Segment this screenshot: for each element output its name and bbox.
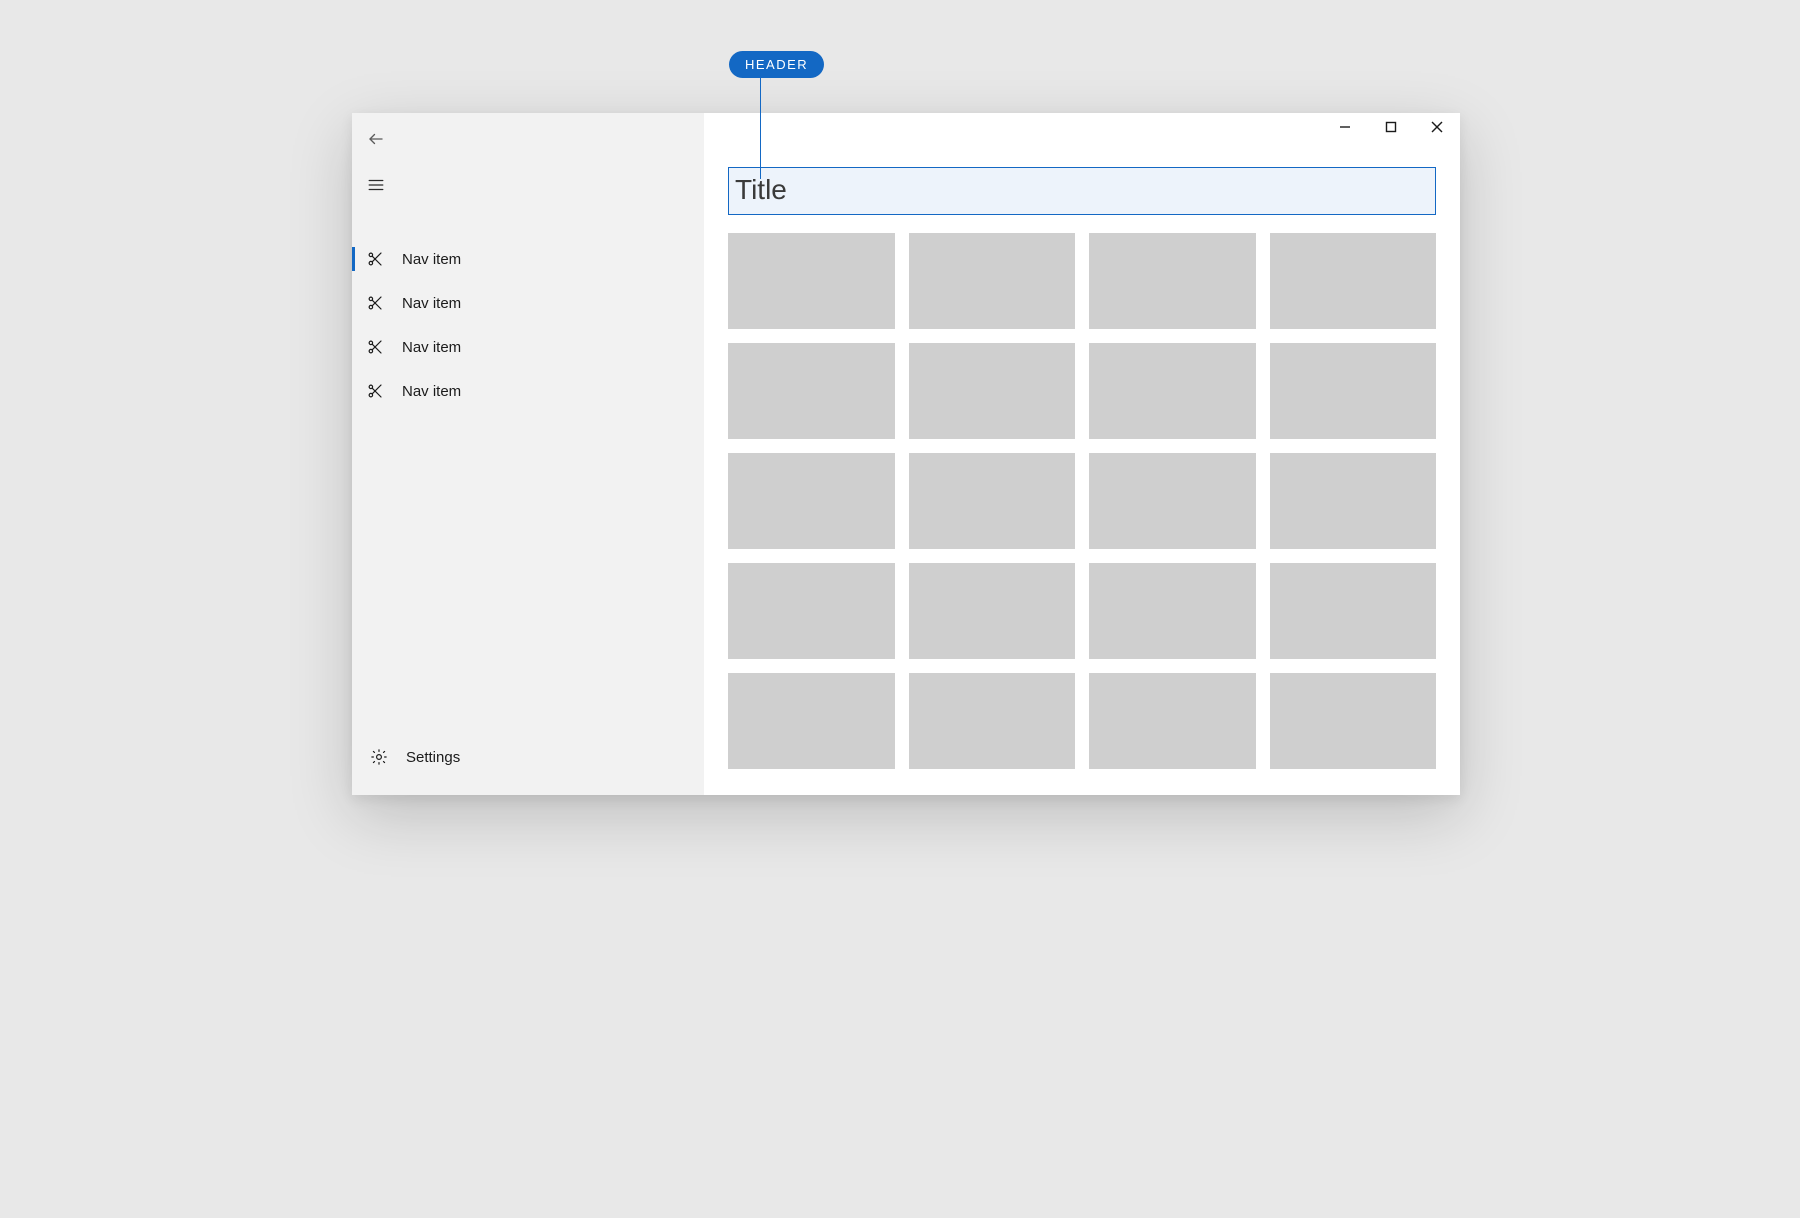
close-button[interactable] <box>1414 113 1460 145</box>
scissors-icon <box>366 382 384 400</box>
hamburger-icon <box>367 176 385 199</box>
nav-item-3[interactable]: Nav item <box>352 369 704 413</box>
scissors-icon <box>366 250 384 268</box>
grid-tile[interactable] <box>728 563 895 659</box>
nav-sidebar: Nav item Nav item Nav item Nav item Sett… <box>352 113 704 795</box>
window-controls <box>1322 113 1460 145</box>
grid-tile[interactable] <box>909 453 1076 549</box>
grid-tile[interactable] <box>728 453 895 549</box>
grid-tile[interactable] <box>1270 673 1437 769</box>
nav-item-label: Nav item <box>402 295 461 312</box>
grid-tile[interactable] <box>728 233 895 329</box>
sidebar-footer: Settings <box>352 735 704 795</box>
grid-tile[interactable] <box>1089 453 1256 549</box>
scissors-icon <box>366 294 384 312</box>
nav-item-2[interactable]: Nav item <box>352 325 704 369</box>
content-grid <box>728 233 1436 769</box>
grid-tile[interactable] <box>1270 343 1437 439</box>
header-annotation-leader <box>760 74 761 179</box>
nav-item-0[interactable]: Nav item <box>352 237 704 281</box>
maximize-button[interactable] <box>1368 113 1414 145</box>
grid-tile[interactable] <box>909 343 1076 439</box>
grid-tile[interactable] <box>728 343 895 439</box>
nav-item-label: Nav item <box>402 383 461 400</box>
grid-tile[interactable] <box>1089 233 1256 329</box>
page-title: Title <box>728 167 1436 215</box>
grid-tile[interactable] <box>1089 673 1256 769</box>
settings-item[interactable]: Settings <box>352 735 704 779</box>
scissors-icon <box>366 338 384 356</box>
settings-label: Settings <box>406 749 460 766</box>
app-window: Nav item Nav item Nav item Nav item Sett… <box>352 113 1460 795</box>
nav-item-label: Nav item <box>402 339 461 356</box>
header-slot: Title <box>728 167 1436 215</box>
gear-icon <box>370 748 388 766</box>
nav-item-1[interactable]: Nav item <box>352 281 704 325</box>
sidebar-top-icons <box>352 113 704 207</box>
header-annotation-pill: HEADER <box>729 51 824 78</box>
nav-item-label: Nav item <box>402 251 461 268</box>
grid-tile[interactable] <box>728 673 895 769</box>
back-button[interactable] <box>352 121 400 161</box>
minimize-button[interactable] <box>1322 113 1368 145</box>
main-content: Title <box>704 113 1460 795</box>
grid-tile[interactable] <box>1089 563 1256 659</box>
grid-tile[interactable] <box>909 673 1076 769</box>
close-icon <box>1431 120 1443 138</box>
content-grid-wrap <box>704 233 1460 795</box>
hamburger-button[interactable] <box>352 167 400 207</box>
maximize-icon <box>1385 120 1397 138</box>
minimize-icon <box>1339 120 1351 138</box>
back-arrow-icon <box>367 130 385 153</box>
grid-tile[interactable] <box>909 233 1076 329</box>
grid-tile[interactable] <box>1270 563 1437 659</box>
nav-list: Nav item Nav item Nav item Nav item <box>352 237 704 413</box>
grid-tile[interactable] <box>1270 453 1437 549</box>
grid-tile[interactable] <box>1089 343 1256 439</box>
grid-tile[interactable] <box>1270 233 1437 329</box>
grid-tile[interactable] <box>909 563 1076 659</box>
